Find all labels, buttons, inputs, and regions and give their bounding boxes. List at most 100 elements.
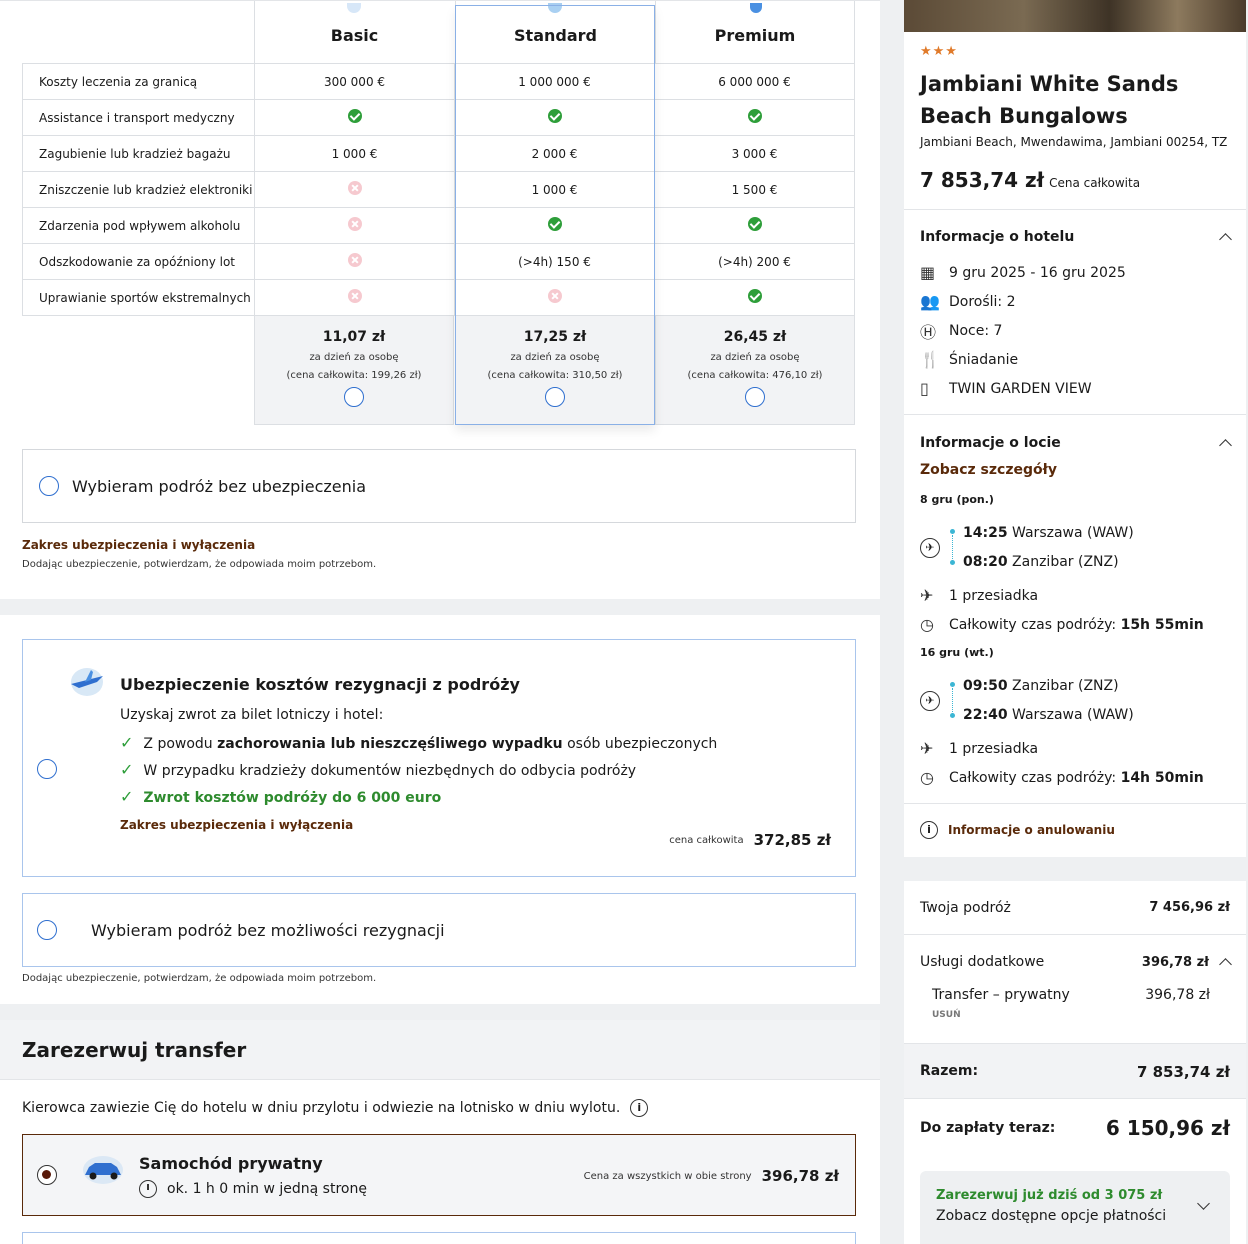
hotel-stars: ★★★ — [920, 44, 958, 59]
plan-premium-header: Premium — [655, 1, 855, 63]
coverage-row: Assistance i transport medyczny — [22, 99, 855, 136]
transfer-option-private[interactable]: Samochód prywatny ok. 1 h 0 min w jedną … — [22, 1134, 856, 1216]
chevron-down-icon[interactable] — [1197, 1197, 1210, 1210]
chevron-up-icon[interactable] — [1219, 439, 1232, 452]
departure-time: 14:25 — [963, 525, 1008, 541]
connection-icon: ✈ — [920, 739, 934, 758]
cancellation-info-link[interactable]: Informacje o anulowaniu — [948, 823, 1115, 837]
hotel-photo — [904, 0, 1246, 32]
cancellation-radio[interactable] — [37, 759, 57, 779]
route-line — [950, 529, 955, 534]
bullet-text: osób ubezpieczonych — [562, 736, 718, 752]
hotel-info-header[interactable]: Informacje o hotelu — [920, 229, 1232, 246]
plan-name: Premium — [714, 26, 796, 45]
cross-circle-icon — [347, 253, 362, 267]
cancellation-bullet: ✓ W przypadku kradzieży dokumentów niezbę… — [120, 760, 636, 779]
return-date: 16 gru (wt.) — [920, 646, 994, 659]
remove-transfer-link[interactable]: USUŃ — [932, 1010, 961, 1020]
hotel-dates: 9 gru 2025 - 16 gru 2025 — [949, 264, 1126, 281]
transfer-header: Zarezerwuj transfer — [0, 1020, 880, 1080]
info-icon[interactable]: i — [630, 1099, 649, 1117]
chevron-up-icon[interactable] — [1219, 233, 1232, 246]
no-cancellation-label: Wybieram podróż bez możliwości rezygnacj… — [91, 920, 445, 940]
no-cancellation-option[interactable]: Wybieram podróż bez możliwości rezygnacj… — [22, 893, 856, 967]
scope-link[interactable]: Zakres ubezpieczenia i wyłączenia — [22, 538, 255, 552]
departure-place: Warszawa (WAW) — [1012, 525, 1134, 541]
no-insurance-option[interactable]: Wybieram podróż bez ubezpieczenia — [22, 449, 856, 523]
hotel-icon: Ⓗ — [920, 322, 937, 342]
plan-basic-radio[interactable] — [344, 387, 364, 407]
coverage-value: 1 500 € — [654, 171, 855, 208]
coverage-included-cell — [654, 279, 855, 316]
coverage-value: 3 000 € — [654, 135, 855, 172]
connection-icon: ✈ — [920, 586, 934, 605]
hotel-price-value: 7 853,74 zł — [920, 168, 1045, 192]
plan-icon — [347, 3, 361, 13]
coverage-excluded-cell — [254, 171, 455, 208]
hotel-adults: Dorośli: 2 — [949, 293, 1016, 310]
plan-basic-header: Basic — [254, 1, 454, 63]
transfer-private-radio[interactable] — [37, 1165, 57, 1185]
coverage-row: Zagubienie lub kradzież bagażu 1 000 €2 0… — [22, 135, 855, 172]
cross-circle-icon — [347, 217, 362, 231]
price-cell-standard[interactable]: 17,25 zł za dzień za osobę (cena całkowi… — [455, 315, 655, 425]
no-cancellation-radio[interactable] — [37, 920, 57, 940]
flight-details-link[interactable]: Zobacz szczegóły — [920, 462, 1057, 478]
coverage-label: Koszty leczenia za granicą — [22, 63, 255, 100]
bullet-bold: zachorowania lub nieszczęśliwego wypadku — [217, 736, 563, 752]
coverage-value: 6 000 000 € — [654, 63, 855, 100]
transfer-title: Zarezerwuj transfer — [22, 1038, 247, 1062]
plan-standard-radio[interactable] — [545, 387, 565, 407]
transfer-description-text: Kierowca zawiezie Cię do hotelu w dniu p… — [22, 1100, 621, 1116]
return-stops: ✈ 1 przesiadka ◷ Całkowity czas podróży: 1… — [920, 734, 1204, 792]
trip-label: Twoja podróż — [920, 900, 1011, 916]
coverage-table: Koszty leczenia za granicą 300 000 €1 000… — [22, 63, 855, 316]
coverage-value: 1 000 € — [254, 135, 455, 172]
outbound-stops: ✈ 1 przesiadka ◷ Całkowity czas podróży: 1… — [920, 581, 1204, 639]
duration-label: Całkowity czas podróży: — [949, 769, 1121, 786]
scope-link[interactable]: Zakres ubezpieczenia i wyłączenia — [120, 818, 353, 832]
outbound-date: 8 gru (pon.) — [920, 493, 994, 506]
cancellation-card: Ubezpieczenie kosztów rezygnacji z podró… — [0, 615, 880, 1004]
transfer-label: Transfer – prywatny — [932, 987, 1070, 1003]
coverage-excluded-cell — [454, 279, 655, 316]
summary-due-row: Do zapłaty teraz: 6 150,96 zł — [920, 1116, 1230, 1140]
total-label: Razem: — [920, 1063, 979, 1079]
consent-note: Dodając ubezpieczenie, potwierdzam, że o… — [22, 559, 377, 570]
cancellation-info[interactable]: i Informacje o anulowaniu — [920, 821, 1115, 839]
check-circle-icon — [747, 217, 762, 231]
departure-place: Zanzibar (ZNZ) — [1012, 678, 1119, 694]
cross-circle-icon — [347, 289, 362, 303]
transfer-card: Zarezerwuj transfer Kierowca zawiezie Ci… — [0, 1020, 880, 1244]
clock-icon: ◷ — [920, 768, 934, 787]
extras-value: 396,78 zł — [1141, 954, 1209, 970]
price-per-day-label: za dzień za osobę — [710, 352, 800, 363]
price-cell-premium[interactable]: 26,45 zł za dzień za osobę (cena całkowi… — [655, 315, 855, 425]
door-icon: ▯ — [920, 379, 929, 398]
chevron-up-icon[interactable] — [1219, 958, 1232, 971]
cross-circle-icon — [547, 289, 562, 303]
hotel-address: Jambiani Beach, Mwendawima, Jambiani 002… — [920, 135, 1228, 149]
price-cell-basic[interactable]: 11,07 zł za dzień za osobę (cena całkowi… — [254, 315, 454, 425]
plane-circle-icon: ✈ — [920, 691, 940, 711]
no-insurance-radio[interactable] — [39, 476, 59, 496]
coverage-row: Odszkodowanie za opóźniony lot (>4h) 150 … — [22, 243, 855, 280]
price-per-day-label: za dzień za osobę — [309, 352, 399, 363]
cancellation-option[interactable]: Ubezpieczenie kosztów rezygnacji z podró… — [22, 639, 856, 877]
payment-options-box[interactable]: Zarezerwuj już dziś od 3 075 zł Zobacz d… — [920, 1171, 1230, 1244]
consent-note: Dodając ubezpieczenie, potwierdzam, że o… — [22, 973, 377, 984]
divider — [904, 209, 1246, 210]
transfer-option-next[interactable] — [22, 1232, 856, 1244]
people-icon: 👥 — [920, 292, 940, 311]
price-total: (cena całkowita: 199,26 zł) — [286, 370, 422, 381]
plan-premium-radio[interactable] — [745, 387, 765, 407]
outbound-flight: ✈ 14:25 Warszawa (WAW) 08:20 Zanzibar (Z… — [920, 521, 1230, 579]
flight-info-header[interactable]: Informacje o locie — [920, 435, 1232, 452]
return-flight: ✈ 09:50 Zanzibar (ZNZ) 22:40 Warszawa (W… — [920, 674, 1230, 732]
plan-standard-header: Standard — [455, 1, 655, 63]
transfer-price: Cena za wszystkich w obie strony 396,78 … — [584, 1167, 839, 1185]
cancellation-price: cena całkowita 372,85 zł — [669, 831, 831, 849]
coverage-included-cell — [654, 99, 855, 136]
summary-extras-row[interactable]: Usługi dodatkowe 396,78 zł — [920, 954, 1232, 971]
extras-label: Usługi dodatkowe — [920, 954, 1045, 970]
